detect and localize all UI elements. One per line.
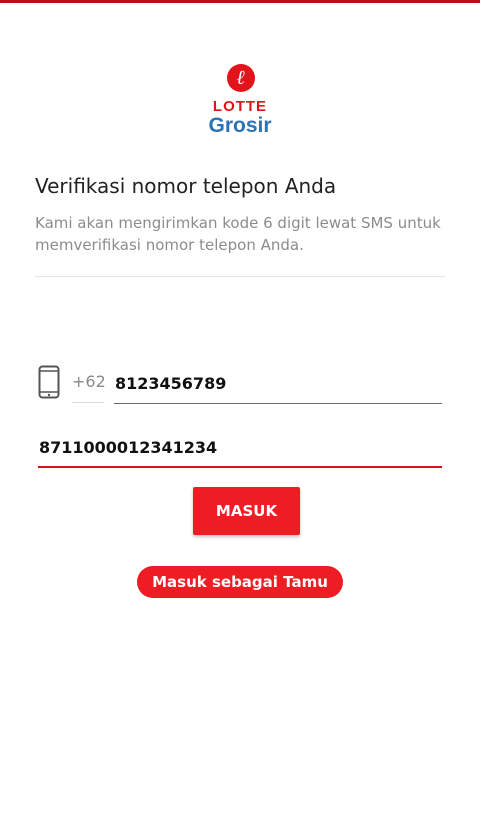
logo-brand-text: LOTTE	[212, 98, 268, 115]
smartphone-icon	[38, 365, 60, 399]
top-status-bar	[0, 0, 480, 3]
phone-number-input[interactable]	[114, 366, 442, 404]
country-code-label: +62	[72, 372, 106, 391]
logo-product-text: Grosir	[208, 114, 272, 137]
country-code-underline	[72, 402, 104, 403]
emblem-glyph: ℓ	[236, 65, 246, 89]
page-title: Verifikasi nomor telepon Anda	[35, 174, 337, 198]
verification-code-input[interactable]	[38, 430, 442, 468]
login-button[interactable]: MASUK	[193, 487, 300, 535]
lotte-grosir-logo: ℓ LOTTE Grosir	[194, 58, 286, 150]
section-divider	[35, 276, 445, 277]
guest-login-button[interactable]: Masuk sebagai Tamu	[137, 566, 343, 598]
lotte-emblem-icon: ℓ	[227, 64, 255, 92]
page-subtitle: Kami akan mengirimkan kode 6 digit lewat…	[35, 214, 441, 254]
